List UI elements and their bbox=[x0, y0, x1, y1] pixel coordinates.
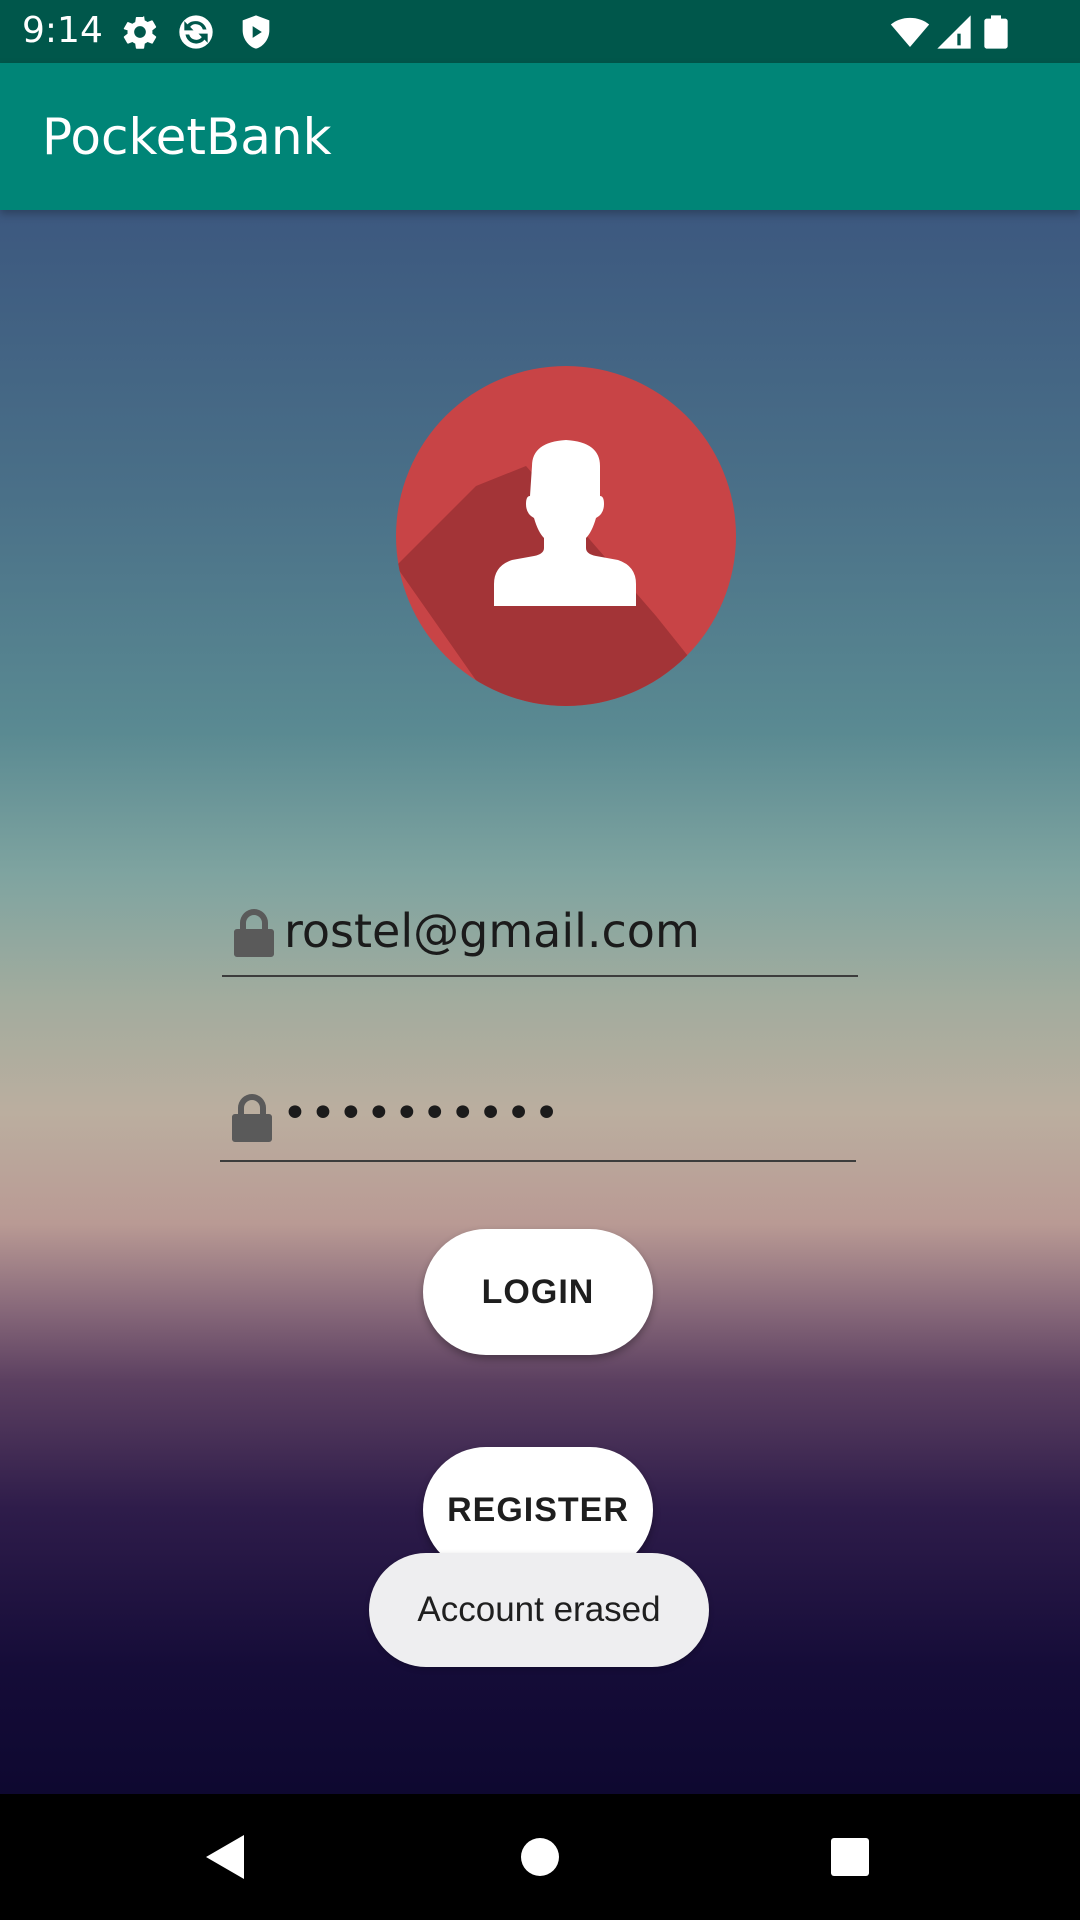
login-button[interactable]: LOGIN bbox=[423, 1229, 653, 1355]
status-bar: 9:14 bbox=[0, 0, 1080, 63]
navigation-bar bbox=[0, 1794, 1080, 1920]
email-field[interactable]: rostel@gmail.com bbox=[222, 895, 858, 977]
wifi-icon bbox=[890, 12, 930, 52]
shield-icon bbox=[236, 12, 276, 52]
user-avatar-icon bbox=[396, 366, 736, 706]
cell-signal-icon bbox=[934, 12, 974, 52]
app-bar: PocketBank bbox=[0, 63, 1080, 210]
gear-icon bbox=[120, 12, 160, 52]
home-icon[interactable] bbox=[510, 1827, 570, 1887]
app-title: PocketBank bbox=[42, 108, 332, 166]
recents-icon[interactable] bbox=[820, 1827, 880, 1887]
email-value: rostel@gmail.com bbox=[284, 904, 700, 958]
status-time: 9:14 bbox=[22, 10, 103, 51]
password-value: •••••••••• bbox=[282, 1088, 562, 1139]
toast-message: Account erased bbox=[369, 1553, 709, 1667]
password-field[interactable]: •••••••••• bbox=[220, 1080, 856, 1162]
back-icon[interactable] bbox=[196, 1827, 256, 1887]
lock-icon bbox=[234, 909, 274, 957]
lock-icon bbox=[232, 1094, 272, 1142]
battery-icon bbox=[976, 12, 1016, 52]
sync-icon bbox=[176, 12, 216, 52]
